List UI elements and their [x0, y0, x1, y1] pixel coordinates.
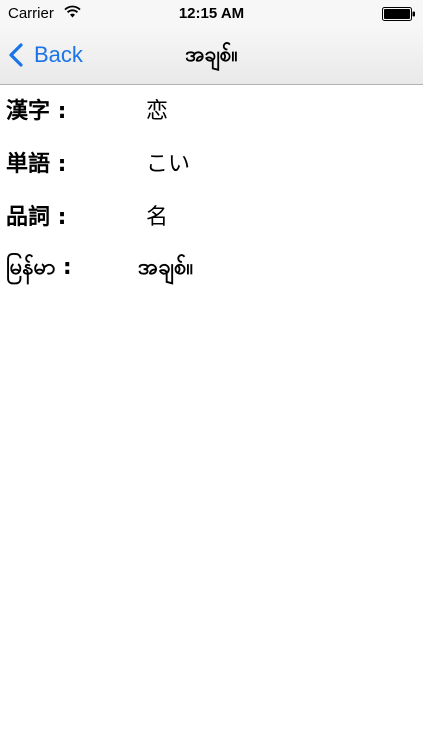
myanmar-row: မြန်မာ : အချစ်။ [0, 244, 423, 297]
kanji-label: 漢字 : [6, 99, 67, 124]
entry-detail: 漢字 : 恋 単語 : こい 品詞 : 名 မြန်မာ : အချစ်။ [0, 85, 423, 297]
kanji-row: 漢字 : 恋 [0, 85, 423, 138]
word-label: 単語 : [6, 152, 67, 177]
word-row: 単語 : こい [0, 138, 423, 191]
status-time: 12:15 AM [178, 5, 245, 22]
part-of-speech-label: 品詞 : [6, 205, 67, 230]
myanmar-value: အချစ်။ [138, 255, 194, 280]
myanmar-label: မြန်မာ : [6, 255, 72, 280]
battery-icon [382, 7, 415, 21]
part-of-speech-value: 名 [146, 205, 169, 230]
part-of-speech-row: 品詞 : 名 [0, 191, 423, 244]
page-title: အချစ်။ [185, 42, 238, 66]
kanji-value: 恋 [146, 99, 169, 124]
status-bar: Carrier 12:15 AM [0, 0, 423, 26]
word-value: こい [146, 152, 191, 177]
navigation-bar: Back အချစ်။ [0, 26, 423, 85]
